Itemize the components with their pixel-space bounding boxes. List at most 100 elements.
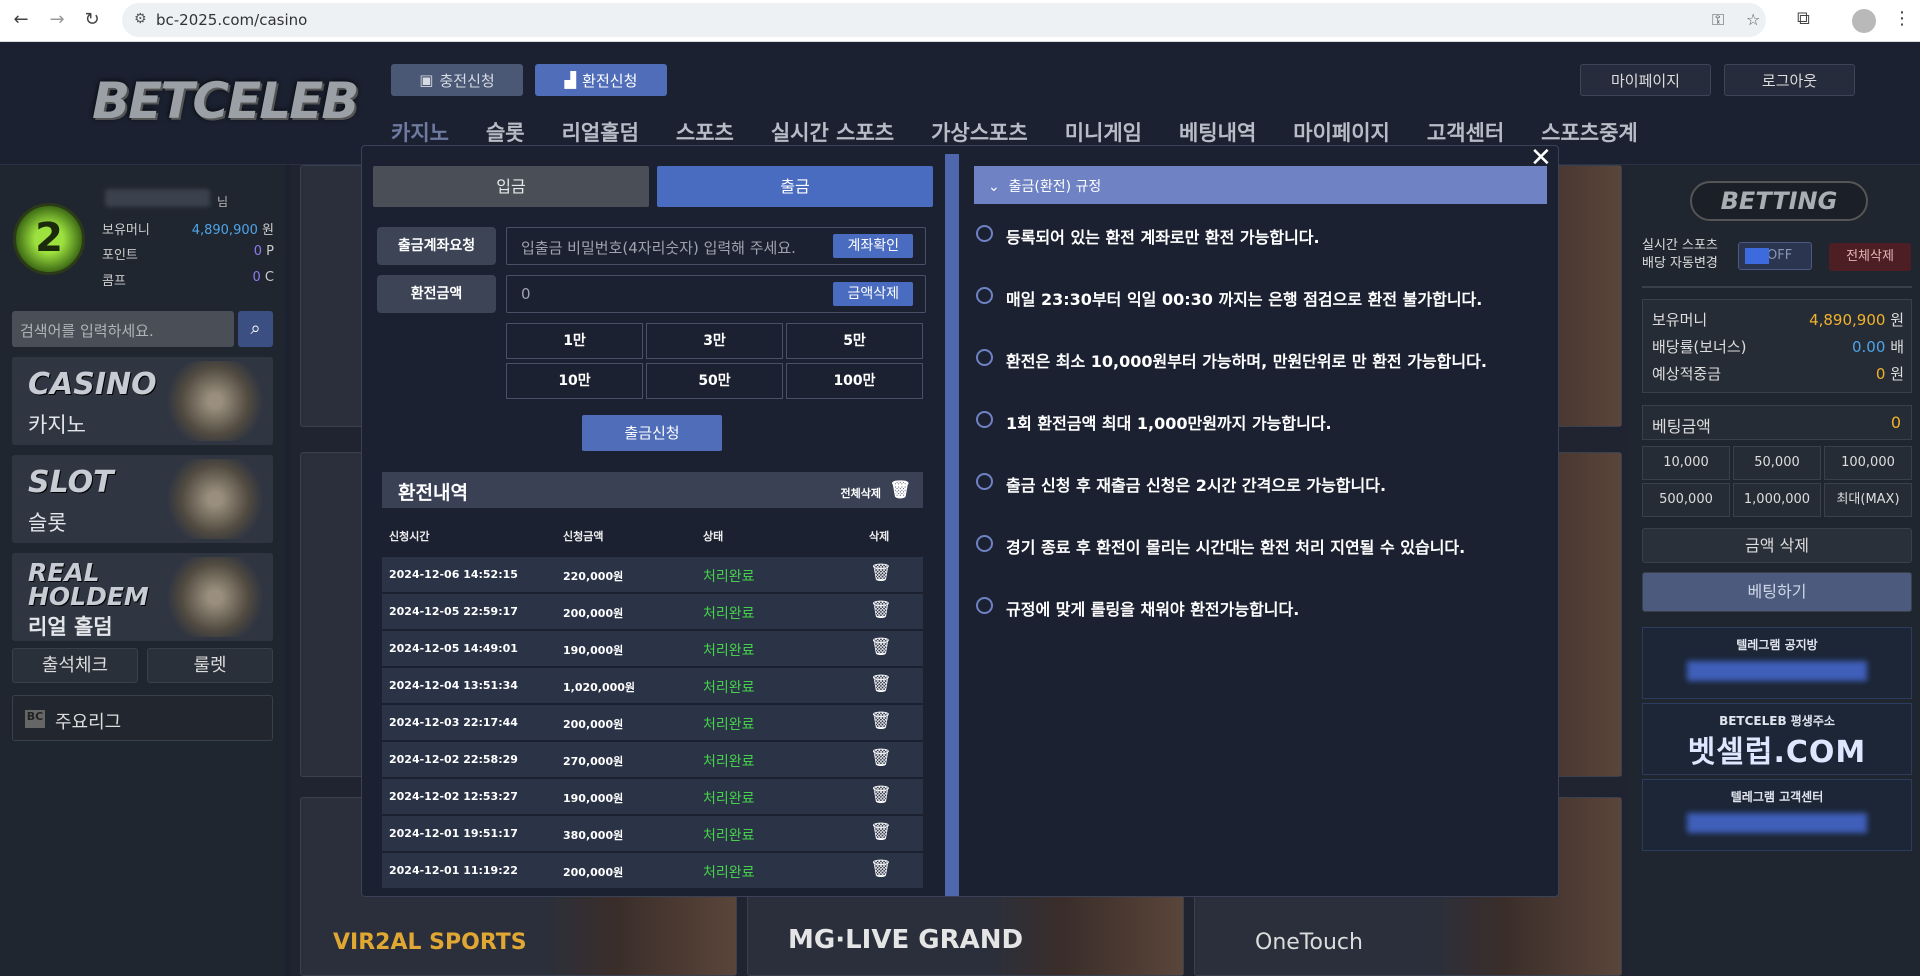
attendance-button[interactable]: 출석체크 (12, 648, 138, 683)
rules-header[interactable]: ⌄ 출금(환전) 규정 (974, 166, 1547, 204)
amount-clear-button[interactable]: 금액삭제 (833, 282, 913, 306)
amount-1m-button[interactable]: 100만 (786, 363, 923, 399)
trash-icon[interactable]: 🗑 (870, 637, 892, 657)
toggle-on: ON (1745, 248, 1769, 264)
trash-icon[interactable]: 🗑 (889, 480, 911, 500)
key-icon[interactable]: ⚿ (1712, 10, 1724, 30)
amount-100k-button[interactable]: 10만 (506, 363, 643, 399)
row-time: 2024-12-01 11:19:22 (389, 864, 518, 877)
address-bar[interactable]: ⚙ bc-2025.com/casino ⚿ ☆ (122, 3, 1766, 37)
amount-label: 환전금액 (377, 275, 496, 313)
rule-item: 등록되어 있는 환전 계좌로만 환전 가능합니다. (974, 224, 1320, 248)
star-icon[interactable]: ☆ (1746, 10, 1760, 29)
withdraw-apply-button[interactable]: 출금신청 (582, 415, 722, 451)
delete-all-bets-button[interactable]: 전체삭제 (1829, 243, 1911, 271)
logout-button[interactable]: 로그아웃 (1724, 64, 1855, 96)
roulette-button[interactable]: 룰렛 (147, 648, 273, 683)
chip-100000[interactable]: 100,000 (1824, 446, 1912, 480)
history-delete-all[interactable]: 전체삭제 (841, 485, 881, 501)
search-icon[interactable]: ⌕ (238, 311, 273, 347)
account-check-button[interactable]: 계좌확인 (833, 234, 913, 258)
amount-50k-button[interactable]: 5만 (786, 323, 923, 359)
place-bet-button[interactable]: 베팅하기 (1642, 572, 1912, 612)
info-value: 0 (1875, 365, 1886, 383)
trash-icon[interactable]: 🗑 (870, 748, 892, 768)
telegram-support-banner[interactable]: 텔레그램 고객센터 (1642, 779, 1912, 851)
tile-holdem[interactable]: REAL HOLDEM 리얼 홀덤 (12, 553, 273, 641)
nav-sports-stream[interactable]: 스포츠중계 (1541, 117, 1638, 147)
stat-point: 포인트 0 P (102, 244, 274, 263)
nav-minigame[interactable]: 미니게임 (1065, 117, 1142, 147)
telegram-notice-banner[interactable]: 텔레그램 공지방 (1642, 627, 1912, 699)
rule-text: 등록되어 있는 환전 계좌로만 환전 가능합니다. (1006, 228, 1320, 247)
nav-sports[interactable]: 스포츠 (676, 117, 734, 147)
row-time: 2024-12-02 12:53:27 (389, 790, 518, 803)
auto-odds-toggle[interactable]: ON OFF (1738, 242, 1812, 270)
forward-icon[interactable]: → (45, 9, 69, 30)
reload-icon[interactable]: ↻ (80, 9, 104, 30)
profile-avatar[interactable] (1852, 9, 1876, 33)
nav-bet-history[interactable]: 베팅내역 (1179, 117, 1256, 147)
toggle-on-label: ON (1745, 248, 1765, 263)
menu-icon[interactable]: ⋮ (1893, 8, 1911, 29)
row-amount: 200,000원 (563, 718, 624, 731)
major-league-button[interactable]: BC 주요리그 (12, 695, 273, 741)
nav-casino[interactable]: 카지노 (391, 117, 449, 147)
extensions-icon[interactable]: ⧉ (1797, 8, 1810, 29)
tile-slot[interactable]: SLOT 슬롯 (12, 455, 273, 543)
blurred-text (1687, 813, 1867, 833)
table-row: 2024-12-05 22:59:17 200,000원 처리완료 🗑 (382, 594, 923, 630)
info-row: 배당률(보너스) 0.00 배 (1652, 336, 1904, 357)
main-nav: 카지노 슬롯 리얼홀덤 스포츠 실시간 스포츠 가상스포츠 미니게임 베팅내역 … (391, 117, 1638, 147)
rule-item: 환전은 최소 10,000원부터 가능하며, 만원단위로 만 환전 가능합니다. (974, 348, 1487, 372)
chip-50000[interactable]: 50,000 (1733, 446, 1821, 480)
tab-deposit[interactable]: 입금 (373, 166, 649, 207)
chip-10000[interactable]: 10,000 (1642, 446, 1730, 480)
trash-icon[interactable]: 🗑 (870, 822, 892, 842)
nav-live-sports[interactable]: 실시간 스포츠 (771, 117, 894, 147)
search-input[interactable]: 검색어를 입력하세요. (12, 311, 234, 347)
tab-withdraw[interactable]: 출금 (657, 166, 933, 207)
amount-input[interactable]: 0 금액삭제 (506, 275, 926, 313)
rule-item: 1회 환전금액 최대 1,000만원까지 가능합니다. (974, 410, 1332, 434)
permanent-address-banner[interactable]: BETCELEB 평생주소 벳셀럽.COM (1642, 703, 1912, 775)
amount-30k-button[interactable]: 3만 (646, 323, 783, 359)
nav-mypage[interactable]: 마이페이지 (1293, 117, 1390, 147)
site-logo[interactable]: BETCELEB (92, 72, 359, 130)
nav-real-holdem[interactable]: 리얼홀덤 (562, 117, 639, 147)
back-icon[interactable]: ← (9, 9, 33, 30)
deposit-request-label: 충전신청 (439, 71, 495, 90)
bet-amount-field[interactable]: 베팅금액 0 (1642, 405, 1912, 440)
amount-10k-button[interactable]: 1만 (506, 323, 643, 359)
site-settings-icon[interactable]: ⚙ (134, 11, 147, 27)
deposit-request-button[interactable]: ▣ 충전신청 (391, 64, 523, 96)
nav-slot[interactable]: 슬롯 (486, 117, 525, 147)
trash-icon[interactable]: 🗑 (870, 785, 892, 805)
tile-casino[interactable]: CASINO 카지노 (12, 357, 273, 445)
row-time: 2024-12-03 22:17:44 (389, 716, 518, 729)
chip-max[interactable]: 최대(MAX) (1824, 483, 1912, 517)
clear-amount-button[interactable]: 금액 삭제 (1642, 528, 1912, 563)
stat-unit: 원 (262, 223, 274, 238)
row-status: 처리완료 (703, 643, 755, 659)
info-row: 보유머니 4,890,900 원 (1652, 309, 1904, 330)
chip-1000000[interactable]: 1,000,000 (1733, 483, 1821, 517)
trash-icon[interactable]: 🗑 (870, 711, 892, 731)
password-input[interactable]: 입출금 비밀번호(4자리숫자) 입력해 주세요. 계좌확인 (506, 227, 926, 265)
circle-icon (976, 597, 993, 614)
trash-icon[interactable]: 🗑 (870, 859, 892, 879)
withdraw-request-button[interactable]: ▟ 환전신청 (535, 64, 667, 96)
nav-customer-center[interactable]: 고객센터 (1427, 117, 1504, 147)
row-time: 2024-12-05 22:59:17 (389, 605, 518, 618)
chip-500000[interactable]: 500,000 (1642, 483, 1730, 517)
trash-icon[interactable]: 🗑 (870, 600, 892, 620)
stat-label: 보유머니 (102, 223, 150, 238)
trash-icon[interactable]: 🗑 (870, 563, 892, 583)
row-time: 2024-12-04 13:51:34 (389, 679, 518, 692)
nav-virtual-sports[interactable]: 가상스포츠 (931, 117, 1028, 147)
mypage-button[interactable]: 마이페이지 (1580, 64, 1711, 96)
amount-500k-button[interactable]: 50만 (646, 363, 783, 399)
trash-icon[interactable]: 🗑 (870, 674, 892, 694)
right-betslip: BETTING 실시간 스포츠 배당 자동변경 ON OFF 전체삭제 보유머니 4… (1630, 165, 1920, 976)
row-time: 2024-12-01 19:51:17 (389, 827, 518, 840)
